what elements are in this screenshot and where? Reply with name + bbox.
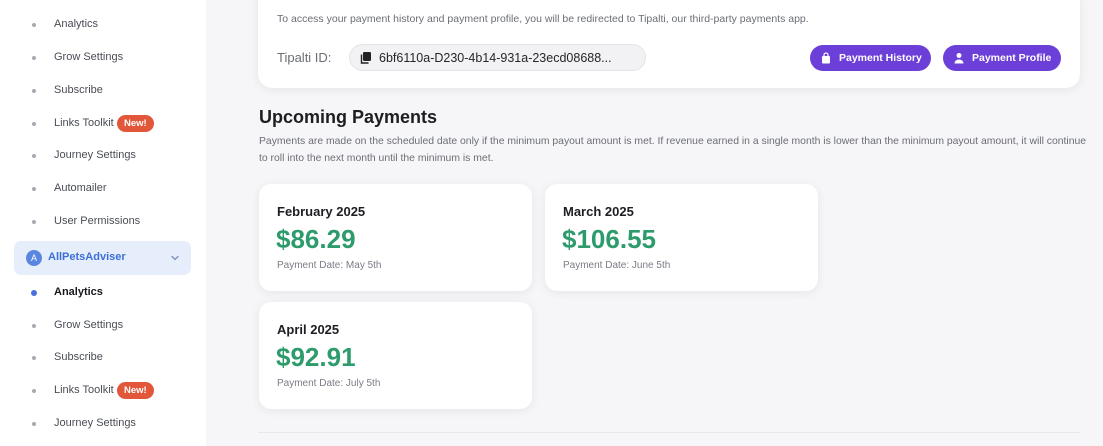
site-name: AllPetsAdviser xyxy=(48,251,126,263)
payment-history-label: Payment History xyxy=(839,52,922,64)
chevron-down-icon xyxy=(171,255,179,261)
sidebar-item-analytics-active[interactable]: Analytics xyxy=(0,281,206,305)
site-avatar: A xyxy=(26,250,42,266)
bullet-icon xyxy=(32,324,36,328)
payment-month: March 2025 xyxy=(563,204,634,219)
sidebar-item-grow-settings[interactable]: Grow Settings xyxy=(0,46,206,70)
sidebar-item-label: Subscribe xyxy=(54,84,103,96)
payment-month: April 2025 xyxy=(277,322,340,337)
payment-card: April 2025 $92.91 Payment Date: July 5th xyxy=(259,302,532,409)
sidebar-item-label: Automailer xyxy=(54,182,107,194)
sidebar-item-label: User Permissions xyxy=(54,215,141,227)
tipalti-id-label: Tipalti ID: xyxy=(277,50,332,65)
sidebar-item-links-toolkit[interactable]: Links Toolkit New! xyxy=(0,112,206,136)
sidebar-item-user-permissions[interactable]: User Permissions xyxy=(0,210,206,234)
bullet-icon xyxy=(32,23,36,27)
sidebar-item-automailer[interactable]: Automailer xyxy=(0,177,206,201)
bullet-icon xyxy=(32,220,36,224)
site-selector[interactable]: A AllPetsAdviser xyxy=(14,241,191,275)
sidebar-item-label: Grow Settings xyxy=(54,51,124,63)
sidebar-item-label: Journey Settings xyxy=(54,417,136,429)
tipalti-id-value: 6bf6110a-D230-4b14-931a-23ecd08688... xyxy=(379,51,612,65)
payment-date: Payment Date: July 5th xyxy=(277,378,381,389)
new-badge: New! xyxy=(117,115,154,132)
sidebar-item-label: Journey Settings xyxy=(54,149,136,161)
sidebar-item-label: Analytics xyxy=(54,286,103,298)
divider xyxy=(258,432,1080,433)
bullet-icon xyxy=(32,356,36,360)
sidebar-item-journey-settings[interactable]: Journey Settings xyxy=(0,144,206,168)
sidebar-item-label: Grow Settings xyxy=(54,319,124,331)
bullet-icon xyxy=(32,154,36,158)
upcoming-payments-title: Upcoming Payments xyxy=(259,107,438,127)
payment-card: February 2025 $86.29 Payment Date: May 5… xyxy=(259,184,532,291)
sidebar-item-grow-settings[interactable]: Grow Settings xyxy=(0,314,206,338)
bullet-icon xyxy=(32,89,36,93)
sidebar-item-label: Analytics xyxy=(54,18,99,30)
payment-amount: $92.91 xyxy=(276,342,356,372)
bullet-icon xyxy=(31,290,37,296)
sidebar-item-subscribe[interactable]: Subscribe xyxy=(0,346,206,370)
sidebar-item-subscribe[interactable]: Subscribe xyxy=(0,79,206,103)
bullet-icon xyxy=(32,122,36,126)
payment-date: Payment Date: June 5th xyxy=(563,260,671,271)
bullet-icon xyxy=(32,187,36,191)
sidebar: Analytics Grow Settings Subscribe Links … xyxy=(0,0,206,446)
sidebar-item-analytics[interactable]: Analytics xyxy=(0,13,206,37)
sidebar-item-links-toolkit[interactable]: Links Toolkit New! xyxy=(0,379,206,403)
payment-card: March 2025 $106.55 Payment Date: June 5t… xyxy=(545,184,818,291)
payment-profile-button[interactable]: Payment Profile xyxy=(943,45,1061,71)
new-badge: New! xyxy=(117,382,154,399)
copy-icon[interactable] xyxy=(359,51,373,65)
payment-profile-label: Payment Profile xyxy=(972,52,1052,64)
sidebar-item-label: Links Toolkit xyxy=(54,384,114,396)
payment-amount: $106.55 xyxy=(562,224,656,254)
bullet-icon xyxy=(32,422,36,426)
payment-month: February 2025 xyxy=(277,204,366,219)
shopping-bag-icon xyxy=(822,52,830,64)
user-icon xyxy=(954,53,964,64)
bullet-icon xyxy=(32,389,36,393)
upcoming-payments-description: Payments are made on the scheduled date … xyxy=(259,136,1087,164)
sidebar-item-journey-settings[interactable]: Journey Settings xyxy=(0,412,206,436)
payment-date: Payment Date: May 5th xyxy=(277,260,382,271)
sidebar-item-label: Links Toolkit xyxy=(54,117,114,129)
payments-access-card: To access your payment history and payme… xyxy=(258,0,1080,88)
tipalti-id-field[interactable]: 6bf6110a-D230-4b14-931a-23ecd08688... xyxy=(349,44,646,71)
payment-history-button[interactable]: Payment History xyxy=(810,45,931,71)
bullet-icon xyxy=(32,56,36,60)
redirect-info-text: To access your payment history and payme… xyxy=(277,13,809,25)
sidebar-item-label: Subscribe xyxy=(54,351,103,363)
payment-amount: $86.29 xyxy=(276,224,356,254)
